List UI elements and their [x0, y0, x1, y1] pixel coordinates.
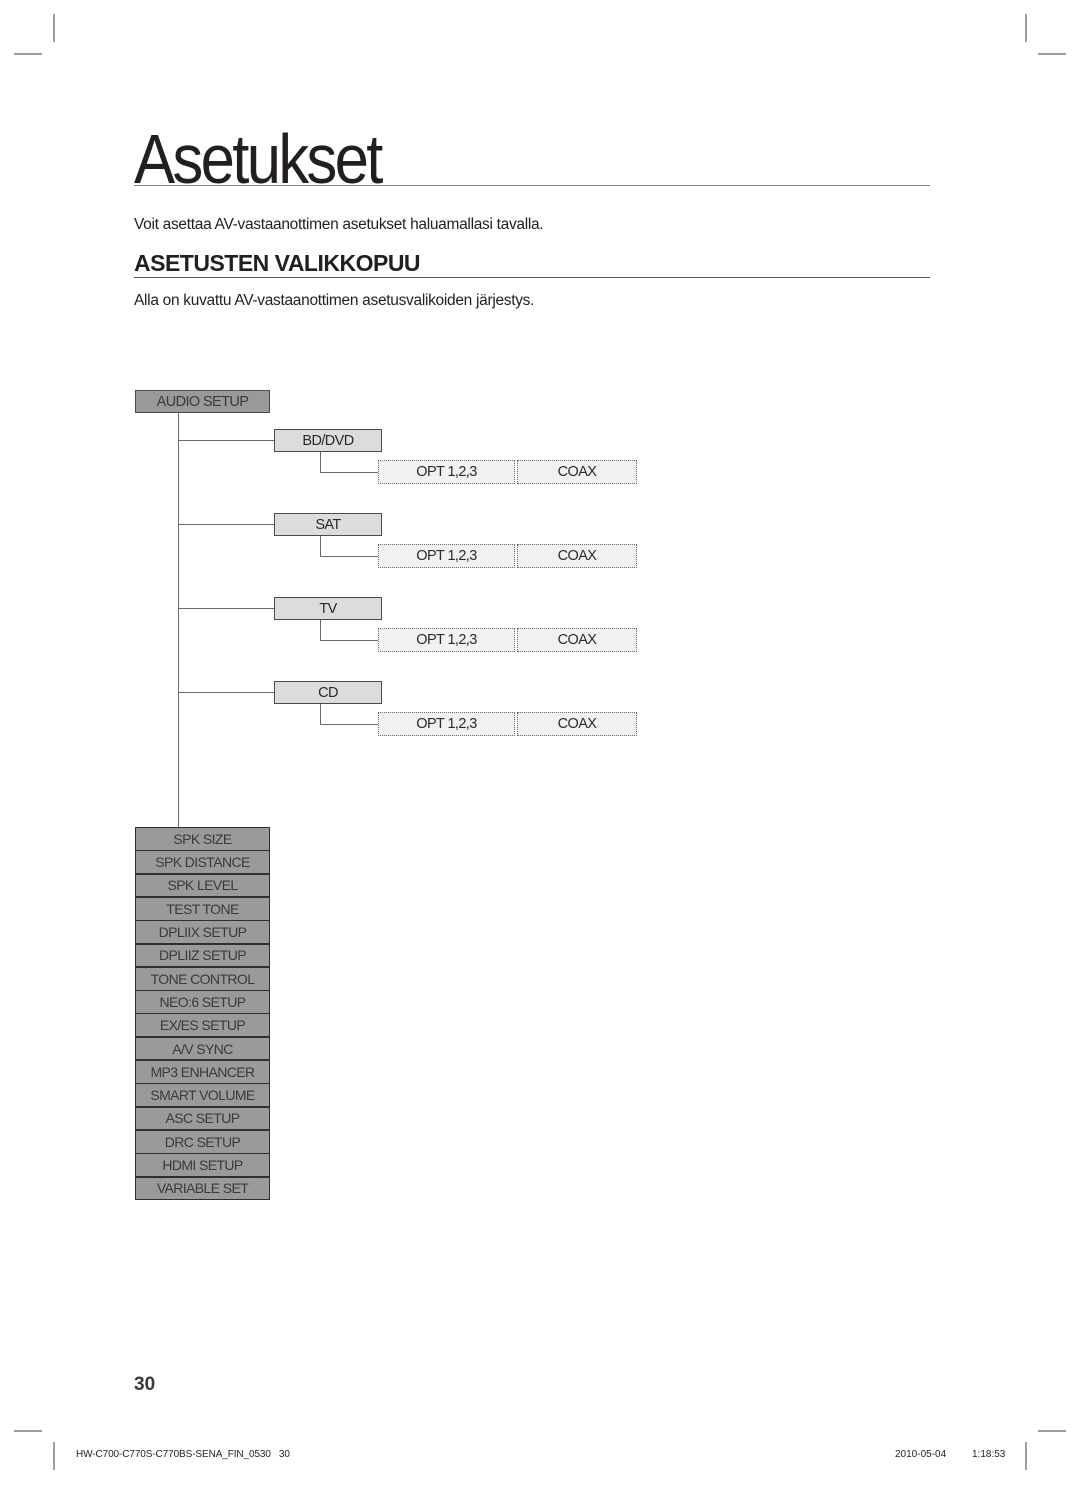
menu-option-coax: COAX — [517, 628, 637, 652]
section-description: Alla on kuvattu AV-vastaanottimen asetus… — [134, 292, 535, 309]
branch-line — [179, 692, 274, 693]
menu-setting-test-tone: TEST TONE — [135, 896, 270, 921]
menu-source-sat: SAT — [274, 513, 382, 536]
menu-option-opt-1-2-3: OPT 1,2,3 — [378, 460, 515, 484]
branch-line — [179, 608, 274, 609]
elbow-line — [320, 704, 321, 724]
menu-setting-spk-distance: SPK DISTANCE — [135, 850, 270, 875]
tree-trunk-line — [178, 413, 179, 827]
section-divider — [134, 277, 930, 278]
menu-setting-neo-6-setup: NEO:6 SETUP — [135, 990, 270, 1014]
intro-text: Voit asettaa AV-vastaanottimen asetukset… — [134, 216, 544, 233]
menu-setting-hdmi-setup: HDMI SETUP — [135, 1153, 270, 1177]
elbow-line — [320, 640, 378, 641]
menu-setting-variable-set: VARIABLE SET — [135, 1176, 270, 1201]
menu-source-tv: TV — [274, 597, 382, 620]
branch-line — [179, 440, 274, 441]
menu-option-opt-1-2-3: OPT 1,2,3 — [378, 712, 515, 736]
menu-setting-spk-level: SPK LEVEL — [135, 873, 270, 898]
elbow-line — [320, 472, 378, 473]
crop-mark — [1025, 1442, 1027, 1470]
menu-option-coax: COAX — [517, 460, 637, 484]
menu-setting-dpliix-setup: DPLIIX SETUP — [135, 920, 270, 944]
menu-setting-mp3-enhancer: MP3 ENHANCER — [135, 1060, 270, 1084]
footer-date: 2010-05-04 — [895, 1449, 947, 1460]
menu-source-cd: CD — [274, 681, 382, 704]
menu-option-opt-1-2-3: OPT 1,2,3 — [378, 628, 515, 652]
elbow-line — [320, 556, 378, 557]
crop-mark — [53, 1442, 55, 1470]
elbow-line — [320, 724, 378, 725]
crop-mark — [1025, 14, 1027, 42]
crop-mark — [14, 53, 42, 55]
crop-mark — [1038, 53, 1066, 55]
menu-setting-drc-setup: DRC SETUP — [135, 1129, 270, 1154]
branch-line — [179, 524, 274, 525]
crop-mark — [1038, 1430, 1066, 1432]
menu-option-coax: COAX — [517, 712, 637, 736]
menu-setting-asc-setup: ASC SETUP — [135, 1106, 270, 1131]
menu-setting-smart-volume: SMART VOLUME — [135, 1083, 270, 1108]
crop-mark — [14, 1430, 42, 1432]
elbow-line — [320, 452, 321, 472]
title-divider — [134, 185, 930, 186]
menu-option-coax: COAX — [517, 544, 637, 568]
page-title: Asetukset — [134, 120, 383, 198]
section-heading: ASETUSTEN VALIKKOPUU — [134, 250, 421, 276]
footer-time: 1:18:53 — [972, 1449, 1006, 1460]
crop-mark — [53, 14, 55, 42]
elbow-line — [320, 620, 321, 640]
footer-file-label: HW-C700-C770S-C770BS-SENA_FIN_0530 30 — [76, 1449, 290, 1460]
elbow-line — [320, 536, 321, 556]
menu-source-bd-dvd: BD/DVD — [274, 429, 382, 452]
menu-setting-tone-control: TONE CONTROL — [135, 966, 270, 991]
menu-setting-spk-size: SPK SIZE — [135, 827, 270, 851]
menu-setting-dpliiz-setup: DPLIIZ SETUP — [135, 943, 270, 968]
menu-root-audio-setup: AUDIO SETUP — [135, 390, 270, 413]
menu-setting-a-v-sync: A/V SYNC — [135, 1036, 270, 1061]
menu-setting-ex-es-setup: EX/ES SETUP — [135, 1013, 270, 1038]
page-number: 30 — [134, 1374, 156, 1395]
menu-option-opt-1-2-3: OPT 1,2,3 — [378, 544, 515, 568]
